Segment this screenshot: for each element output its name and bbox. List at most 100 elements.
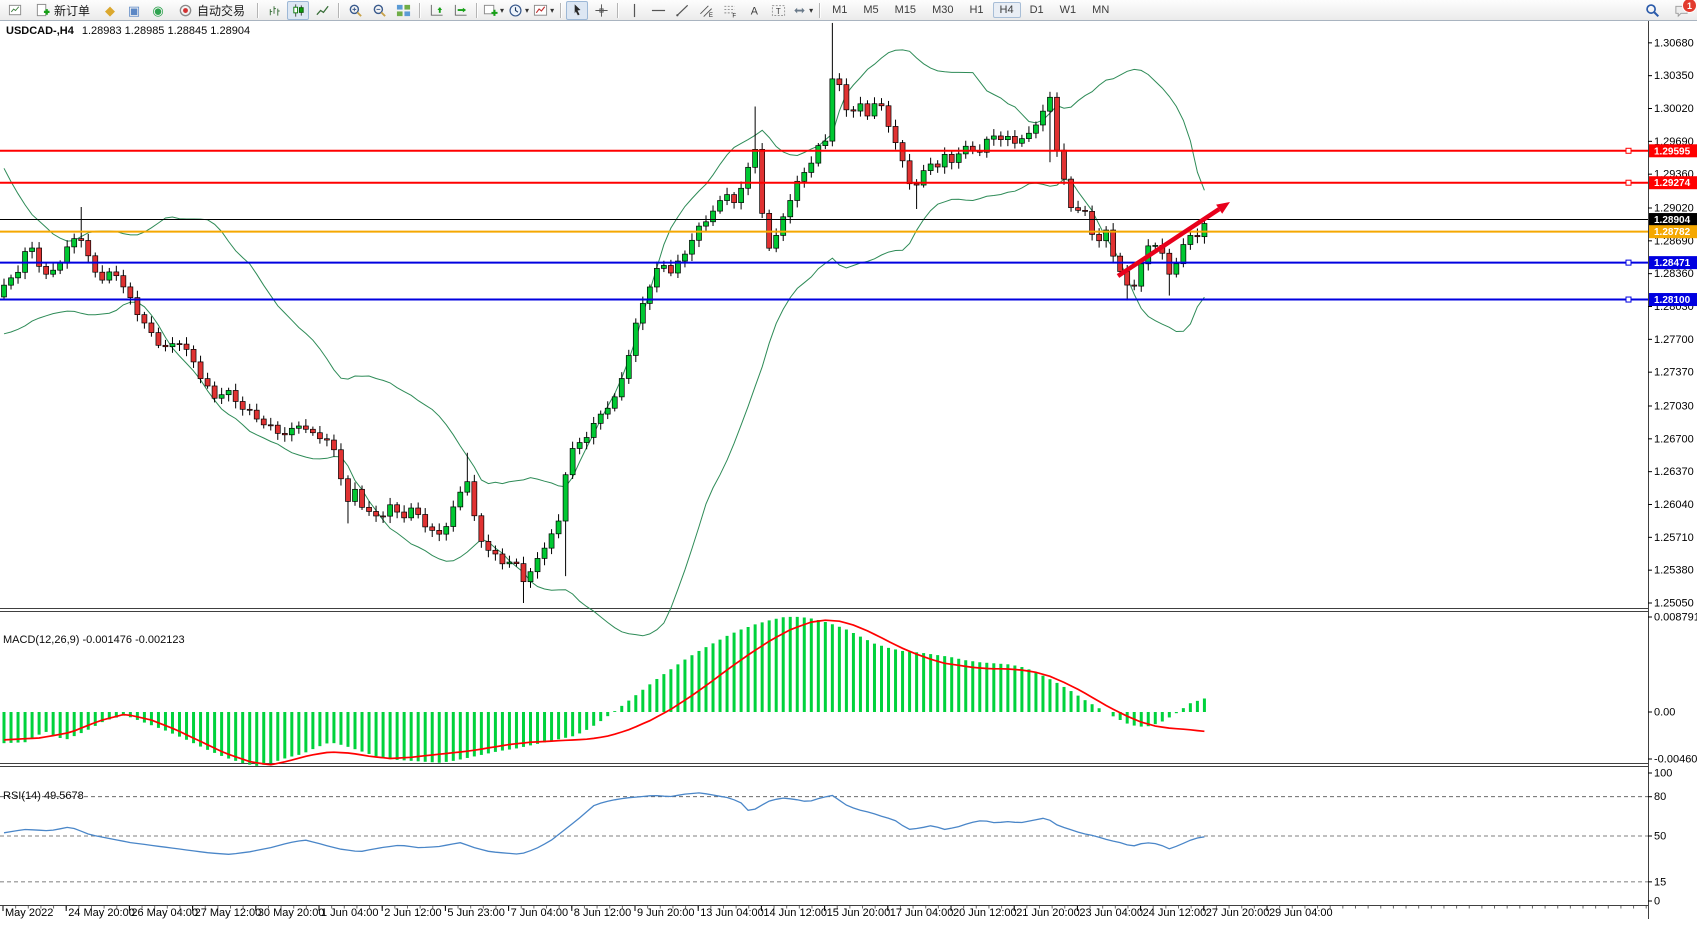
toolbar-separator (819, 3, 820, 18)
timeframe-button-m5[interactable]: M5 (856, 2, 885, 18)
panel-frames (0, 1, 1649, 919)
candlesticks (2, 23, 1207, 603)
notifications-icon[interactable]: 1 (1674, 3, 1689, 18)
text-label-icon[interactable]: T (767, 1, 789, 20)
zoom-out-icon[interactable] (368, 1, 390, 20)
price-tag-label: 1.28904 (1654, 215, 1691, 226)
equidistant-channel-icon[interactable]: E (695, 1, 717, 20)
rsi-indicator-label: RSI(14) 49.5678 (3, 790, 84, 802)
new-order-button[interactable]: 新订单 (28, 1, 97, 20)
svg-text:1.28360: 1.28360 (1654, 268, 1694, 280)
time-axis-label: 1 Jun 04:00 (321, 907, 379, 919)
svg-text:1.27030: 1.27030 (1654, 400, 1694, 412)
timeframe-button-m15[interactable]: M15 (888, 2, 923, 18)
chart-ohlc: 1.28983 1.28985 1.28845 1.28904 (82, 25, 250, 37)
svg-text:1.30350: 1.30350 (1654, 70, 1694, 82)
time-axis-label: 5 Jun 23:00 (447, 907, 505, 919)
time-axis-label: May 2022 (5, 907, 53, 919)
line-handle[interactable] (1626, 297, 1631, 302)
periods-icon[interactable]: ▾ (507, 1, 530, 20)
svg-text:A: A (750, 5, 758, 17)
new-chart-icon[interactable] (4, 1, 26, 20)
time-axis-label: 17 Jun 04:00 (890, 907, 954, 919)
price-tag-label: 1.28100 (1654, 295, 1691, 306)
chevron-down-icon: ▾ (550, 6, 554, 15)
svg-text:F: F (732, 12, 736, 17)
timeframe-button-h1[interactable]: H1 (962, 2, 990, 18)
chart-title: USDCAD-,H4 1.28983 1.28985 1.28845 1.2890… (6, 25, 250, 37)
indicators-icon[interactable]: ▾ (482, 1, 505, 20)
timeframe-button-h4[interactable]: H4 (993, 2, 1021, 18)
time-axis-label: 21 Jun 20:00 (1016, 907, 1080, 919)
price-tag-label: 1.28782 (1654, 227, 1691, 238)
line-handle[interactable] (1626, 148, 1631, 153)
fibonacci-icon[interactable]: F (719, 1, 741, 20)
svg-text:80: 80 (1654, 791, 1666, 803)
bollinger-lower-line (4, 179, 1204, 636)
text-icon[interactable]: A (743, 1, 765, 20)
svg-text:1.29020: 1.29020 (1654, 202, 1694, 214)
time-axis-label: 30 May 20:00 (258, 907, 325, 919)
macd-panel: 0.008791 0.00 -0.004601 (4, 612, 1697, 766)
svg-text:0.00: 0.00 (1654, 707, 1675, 719)
svg-text:1.25380: 1.25380 (1654, 565, 1694, 577)
chart-shift-icon[interactable] (449, 1, 471, 20)
line-chart-icon[interactable] (311, 1, 333, 20)
search-icon[interactable] (1645, 3, 1660, 18)
timeframe-button-d1[interactable]: D1 (1023, 2, 1051, 18)
chevron-down-icon: ▾ (525, 6, 529, 15)
arrows-icon[interactable]: ▾ (791, 1, 814, 20)
time-axis-label: 26 May 04:00 (131, 907, 198, 919)
timeframe-button-mn[interactable]: MN (1085, 2, 1116, 18)
line-handle[interactable] (1626, 260, 1631, 265)
bar-chart-icon[interactable] (263, 1, 285, 20)
svg-text:1.26040: 1.26040 (1654, 499, 1694, 511)
svg-text:1.30020: 1.30020 (1654, 103, 1694, 115)
chart-canvas[interactable]: 1.310101.306801.303501.300201.296901.293… (0, 0, 1697, 919)
svg-text:E: E (708, 12, 712, 18)
cursor-icon[interactable] (566, 1, 588, 20)
svg-text:1.25710: 1.25710 (1654, 532, 1694, 544)
autotrade-button[interactable]: 自动交易 (171, 1, 252, 20)
time-axis-label: 13 Jun 04:00 (700, 907, 764, 919)
svg-text:100: 100 (1654, 768, 1672, 780)
svg-text:-0.004601: -0.004601 (1654, 754, 1697, 766)
svg-text:50: 50 (1654, 831, 1666, 843)
terminal-icon[interactable]: ▣ (123, 1, 145, 20)
toolbar-separator (257, 3, 258, 18)
rsi-line (4, 793, 1204, 854)
timeframe-button-m30[interactable]: M30 (925, 2, 960, 18)
toolbar: 新订单◆▣◉自动交易▾▾▾EFAT▾M1M5M15M30H1H4D1W1MN (0, 0, 1697, 21)
svg-text:0.008791: 0.008791 (1654, 612, 1697, 624)
timeframe-button-m1[interactable]: M1 (825, 2, 854, 18)
price-tag-label: 1.29274 (1654, 178, 1691, 189)
chart-symbol-period: USDCAD-,H4 (6, 25, 74, 37)
bollinger-bands (4, 50, 1204, 636)
candlestick-chart-icon[interactable] (287, 1, 309, 20)
time-axis-label: 29 Jun 04:00 (1269, 907, 1333, 919)
time-axis-label: 27 Jun 20:00 (1206, 907, 1270, 919)
time-axis-label: 24 Jun 12:00 (1143, 907, 1207, 919)
templates-icon[interactable]: ▾ (532, 1, 555, 20)
svg-text:0: 0 (1654, 896, 1660, 908)
svg-text:1.25050: 1.25050 (1654, 598, 1694, 610)
zoom-in-icon[interactable] (344, 1, 366, 20)
tile-windows-icon[interactable] (392, 1, 414, 20)
toolbar-separator (560, 3, 561, 18)
vertical-line-icon[interactable] (623, 1, 645, 20)
time-axis-label: 27 May 12:00 (195, 907, 262, 919)
crosshair-icon[interactable] (590, 1, 612, 20)
time-axis[interactable]: May 202224 May 20:0026 May 04:0027 May 1… (3, 906, 1646, 919)
auto-scroll-icon[interactable] (425, 1, 447, 20)
trendline-icon[interactable] (671, 1, 693, 20)
market-signal-icon[interactable]: ◉ (147, 1, 169, 20)
toolbar-separator (476, 3, 477, 18)
horizontal-lines[interactable] (0, 148, 1648, 302)
order-history-icon[interactable]: ◆ (99, 1, 121, 20)
line-handle[interactable] (1626, 180, 1631, 185)
macd-indicator-label: MACD(12,26,9) -0.001476 -0.002123 (3, 634, 185, 646)
rsi-panel: 1008050150 (0, 768, 1672, 908)
horizontal-line-icon[interactable] (647, 1, 669, 20)
price-axis: 1.310101.306801.303501.300201.296901.293… (1648, 5, 1694, 610)
timeframe-button-w1[interactable]: W1 (1053, 2, 1084, 18)
